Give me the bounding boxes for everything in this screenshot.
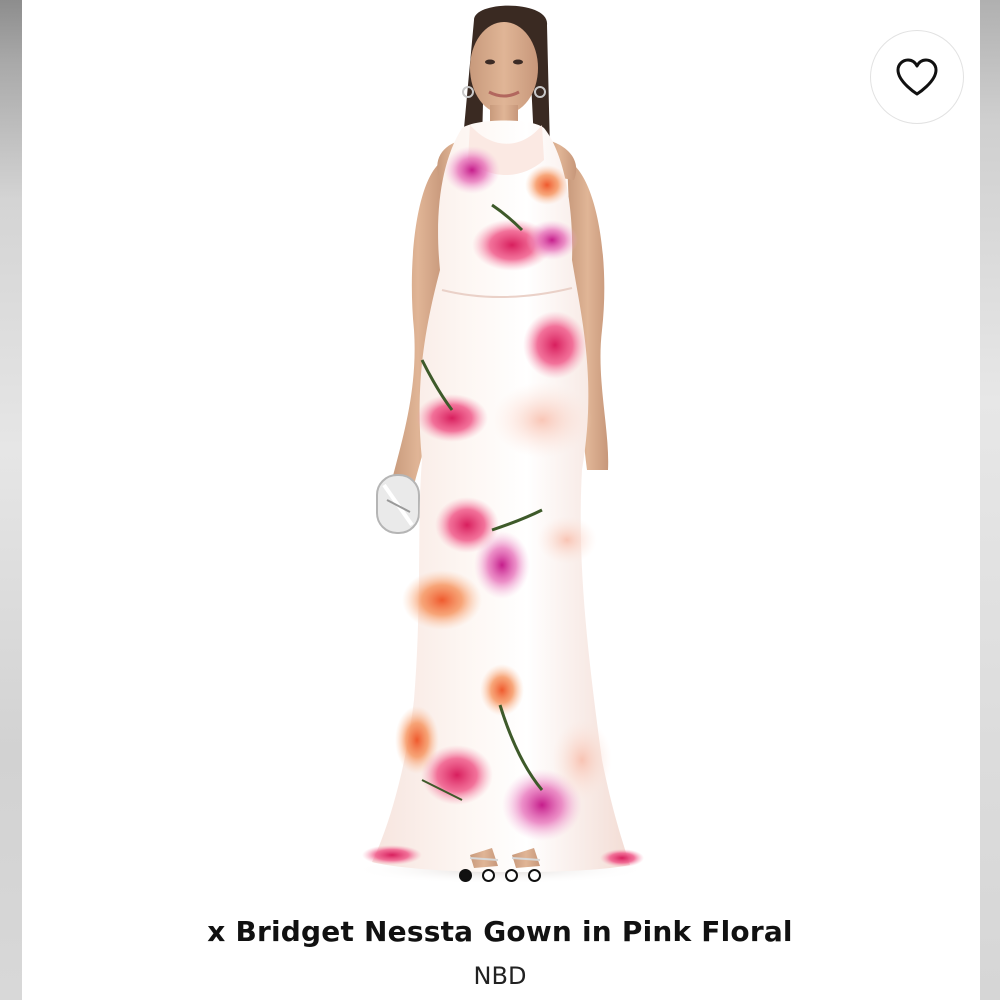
carousel-dot-4[interactable] [528,868,541,882]
product-title: x Bridget Nessta Gown in Pink Floral [207,915,793,948]
left-edge-shadow [0,0,22,1000]
product-brand[interactable]: NBD [0,962,1000,990]
carousel-dot-3[interactable] [505,868,518,882]
product-image-gallery[interactable] [22,0,980,900]
carousel-dot-1[interactable] [459,868,472,882]
image-carousel-indicators [0,865,1000,885]
screenshot-frame: x Bridget Nessta Gown in Pink Floral NBD [0,0,1000,1000]
wishlist-button[interactable] [870,30,964,124]
carousel-dot-2[interactable] [482,868,495,882]
product-image[interactable] [22,0,980,900]
heart-outline-icon [896,58,938,96]
right-edge-shadow [980,0,1000,1000]
